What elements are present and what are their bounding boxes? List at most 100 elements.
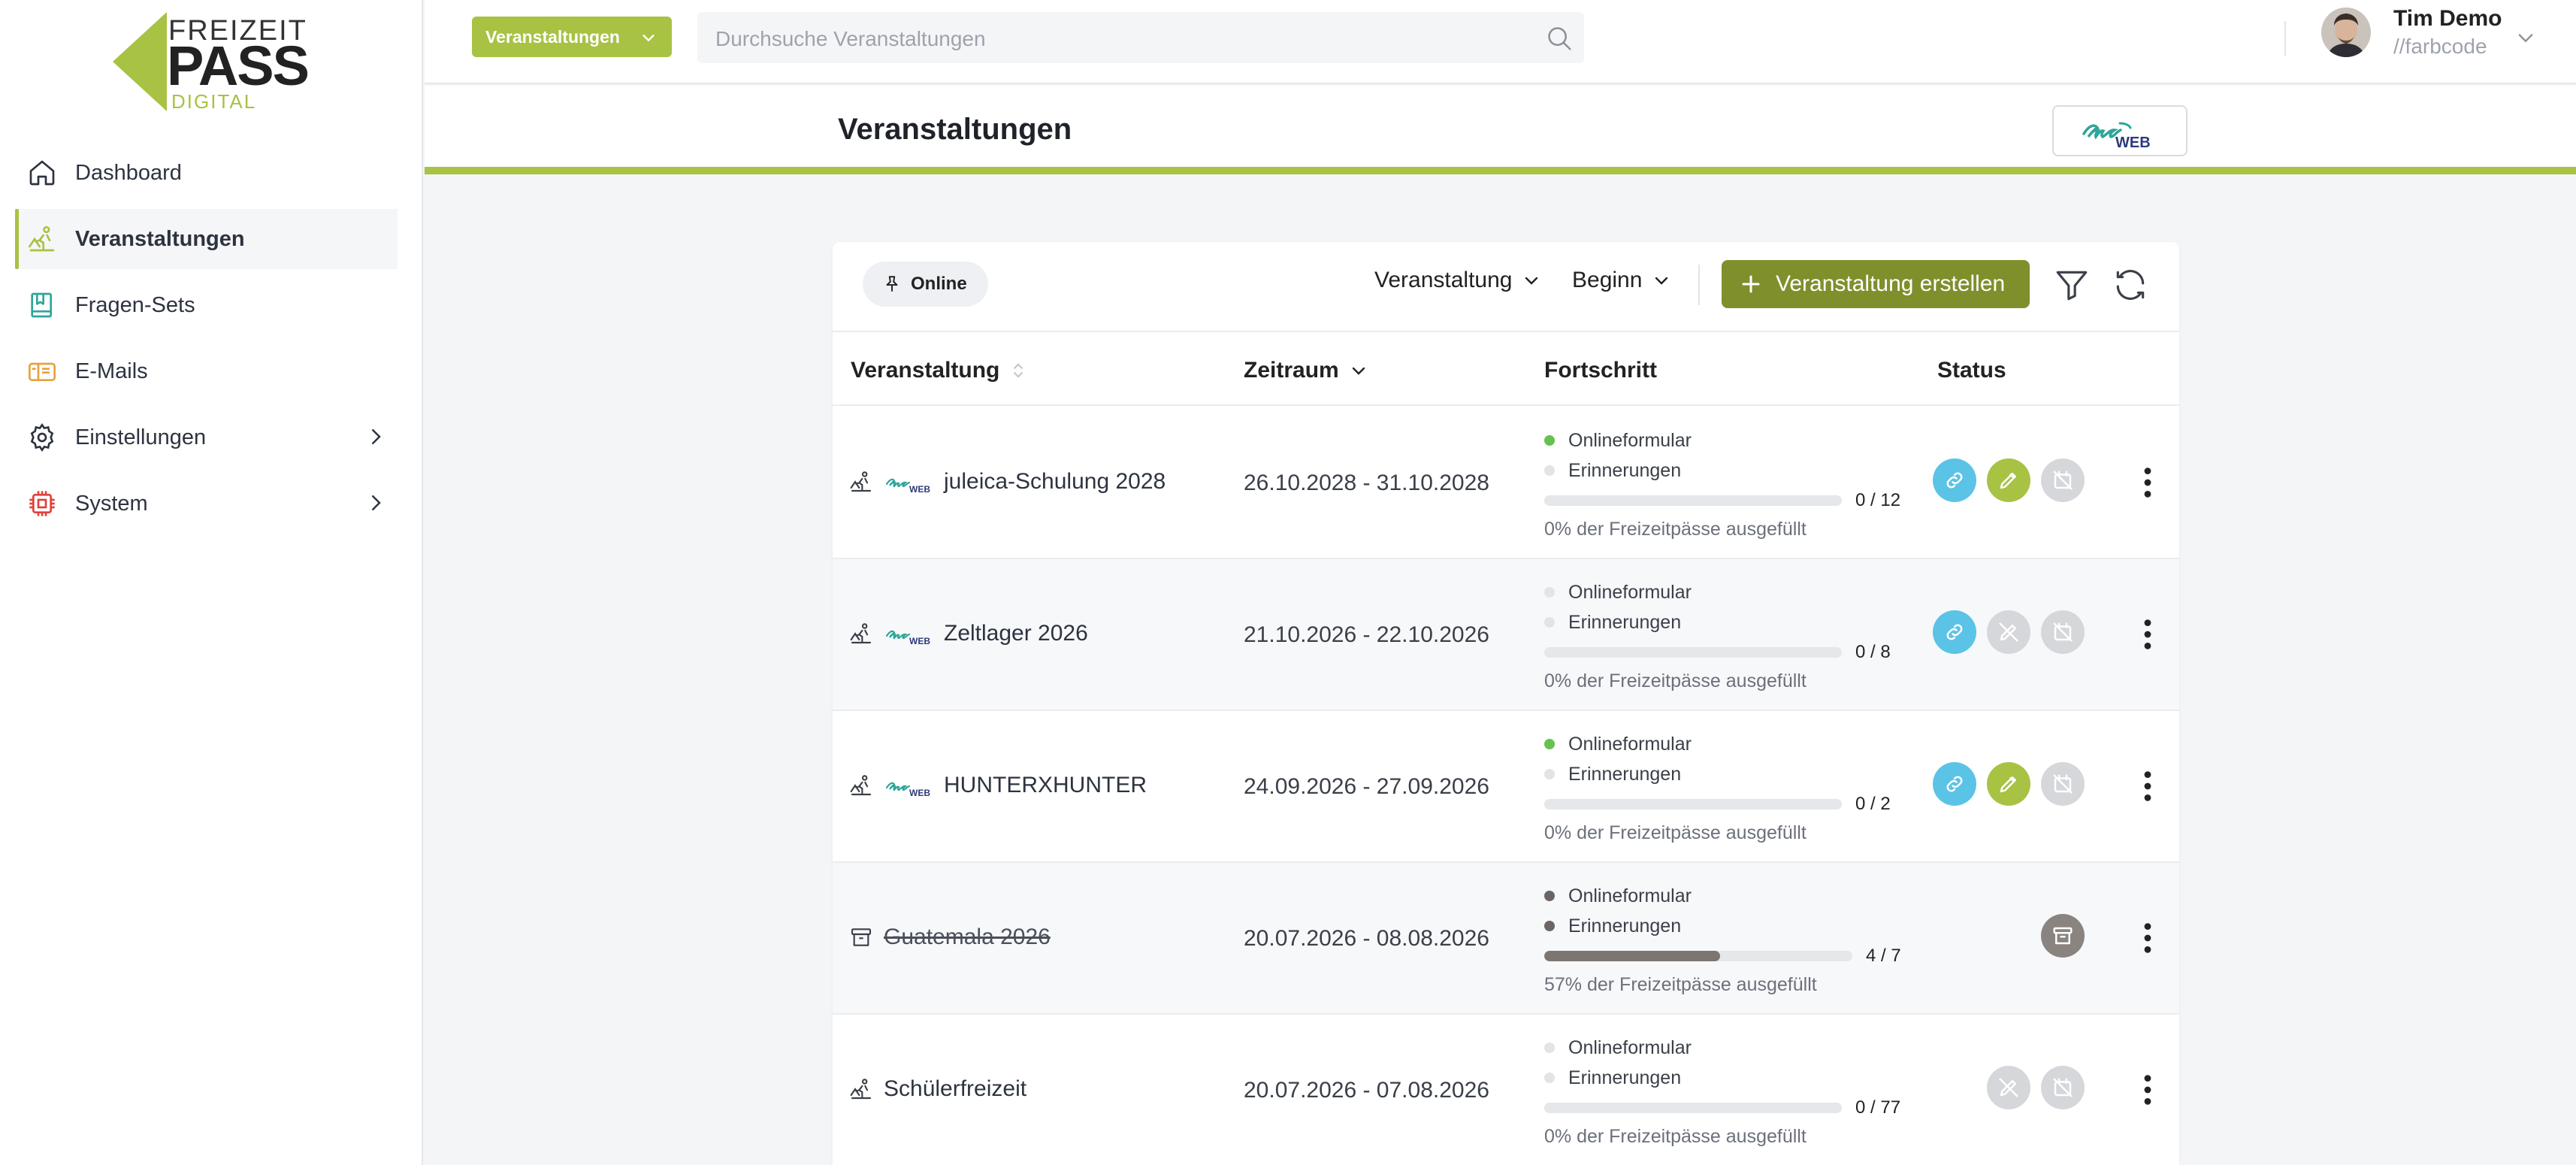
search-icon[interactable] [1545,24,1574,53]
progress-count: 0 / 8 [1855,642,1891,662]
amos-web-badge[interactable]: WEB [2052,105,2187,156]
progress-label-reminders: Erinnerungen [1568,915,1682,937]
pencil-icon [2000,473,2016,489]
status-edit-button[interactable] [1987,762,2030,806]
more-options-icon[interactable] [2137,618,2158,651]
sidebar-item-events[interactable]: Veranstaltungen [15,209,398,269]
status-calendar-off-button[interactable] [2041,1066,2085,1109]
top-bar: Veranstaltungen Durchsuche Veranstaltung… [425,0,2576,84]
event-type-icon [850,623,872,644]
event-name-cell[interactable]: WEB juleica-Schulung 2028 [849,469,1166,495]
chevron-down-icon [1655,277,1668,285]
more-options-icon[interactable] [2137,466,2158,499]
sort-icon [1014,363,1023,378]
table-row[interactable]: WEB HUNTERXHUNTER 24.09.2026 - 27.09.2026 O… [833,711,2179,863]
sidebar-item-emails[interactable]: E-Mails [15,341,398,401]
status-calendar-off-button[interactable] [2041,762,2085,806]
plus-icon [1742,275,1760,293]
status-dot [1544,435,1555,446]
status-edit-off-button[interactable] [1987,610,2030,654]
archive-icon [851,928,872,946]
link-icon [1946,776,1963,792]
table-row[interactable]: Schülerfreizeit 20.07.2026 - 07.08.2026 On… [833,1015,2179,1165]
filter-icon[interactable] [2053,266,2091,304]
sidebar-item-label: System [75,491,148,516]
column-header-event[interactable]: Veranstaltung [851,358,1026,383]
sidebar-item-dashboard[interactable]: Dashboard [15,143,398,203]
sort-dropdown-start[interactable]: Beginn [1572,268,1670,293]
chevron-right-icon [372,495,381,510]
status-link-button[interactable] [1933,762,1976,806]
pencil-off-icon [1999,1078,2018,1097]
progress-label-online: Onlineformular [1568,429,1692,451]
progress-percent: 0% der Freizeitpässe ausgefüllt [1544,822,1807,843]
event-name-cell[interactable]: Guatemala 2026 [849,924,1051,950]
status-archive-button[interactable] [2041,914,2085,958]
event-name-cell[interactable]: WEB Zeltlager 2026 [849,621,1088,646]
more-options-icon[interactable] [2137,770,2158,803]
user-name[interactable]: Tim Demo [2393,6,2502,32]
refresh-icon[interactable] [2112,266,2149,304]
event-period: 20.07.2026 - 07.08.2026 [1244,1078,1489,1103]
events-icon [29,225,55,252]
progress-percent: 57% der Freizeitpässe ausgefüllt [1544,974,1817,995]
column-header-period[interactable]: Zeitraum [1244,358,1368,383]
search-placeholder: Durchsuche Veranstaltungen [715,27,986,50]
event-name-cell[interactable]: Schülerfreizeit [849,1076,1026,1102]
sidebar-item-question-sets[interactable]: Fragen-Sets [15,275,398,335]
sort-dropdown-label: Beginn [1572,268,1643,292]
progress-label-online: Onlineformular [1568,581,1692,603]
sort-dropdown-event[interactable]: Veranstaltung [1374,268,1540,293]
status-link-button[interactable] [1933,458,1976,502]
sidebar-item-label: Einstellungen [75,425,207,449]
sidebar-item-label: E-Mails [75,359,148,383]
table-row[interactable]: WEB juleica-Schulung 2028 26.10.2028 - 31.… [833,407,2179,559]
avatar[interactable] [2321,8,2371,57]
logo-line-3: DIGITAL [171,90,257,113]
chevron-down-icon[interactable] [2515,27,2536,48]
create-event-label: Veranstaltung erstellen [1776,271,2006,296]
status-dot [1544,587,1555,598]
brand-logo[interactable]: FREIZEIT PASS DIGITAL [113,11,310,113]
event-name: Schülerfreizeit [884,1076,1027,1101]
amos-web-logo-icon: WEB [885,478,930,495]
amos-web-logo-icon: WEB [885,630,930,646]
chip-icon [29,491,55,516]
chevron-down-icon [1525,277,1538,285]
event-period: 21.10.2026 - 22.10.2026 [1244,622,1489,647]
create-event-button[interactable]: Veranstaltung erstellen [1722,260,2030,308]
link-icon [1946,624,1963,640]
calendar-off-icon [2053,1078,2073,1097]
svg-text:WEB: WEB [909,788,930,798]
status-link-button[interactable] [1933,610,1976,654]
logo-line-2: PASS [167,35,310,97]
status-edit-off-button[interactable] [1987,1066,2030,1109]
progress-count: 0 / 2 [1855,794,1891,814]
filter-chip-online[interactable]: Online [863,262,988,307]
status-calendar-off-button[interactable] [2041,458,2085,502]
progress-label-online: Onlineformular [1568,733,1692,755]
table-row[interactable]: WEB Zeltlager 2026 21.10.2026 - 22.10.2026… [833,559,2179,711]
table-row[interactable]: Guatemala 2026 20.07.2026 - 08.08.2026 Onl… [833,863,2179,1015]
status-calendar-off-button[interactable] [2041,610,2085,654]
event-progress: Onlineformular Erinnerungen 0 / 77 0% der F… [1544,1033,1905,1148]
status-dot [1544,1042,1555,1053]
pin-icon [886,276,898,292]
search-input[interactable]: Durchsuche Veranstaltungen [697,12,1584,63]
sidebar: FREIZEIT PASS DIGITAL Dashboard Veransta… [0,0,423,1165]
event-name-cell[interactable]: WEB HUNTERXHUNTER [849,773,1147,798]
status-edit-button[interactable] [1987,458,2030,502]
table-header: Veranstaltung Zeitraum Fortschritt Statu… [833,332,2179,406]
sidebar-item-settings[interactable]: Einstellungen [15,407,398,468]
sidebar-nav: Dashboard Veranstaltungen Fragen-Sets E-… [0,143,423,540]
more-options-icon[interactable] [2137,921,2158,955]
more-options-icon[interactable] [2137,1073,2158,1106]
progress-percent: 0% der Freizeitpässe ausgefüllt [1544,1126,1807,1147]
search-scope-dropdown[interactable]: Veranstaltungen [472,17,672,57]
sidebar-item-system[interactable]: System [15,474,398,534]
events-card: Online Veranstaltung Beginn Veranstaltun… [833,242,2179,1165]
toolbar-divider [1698,265,1700,305]
calendar-off-icon [2053,622,2073,642]
status-dot [1544,891,1555,901]
progress-percent: 0% der Freizeitpässe ausgefüllt [1544,670,1807,691]
